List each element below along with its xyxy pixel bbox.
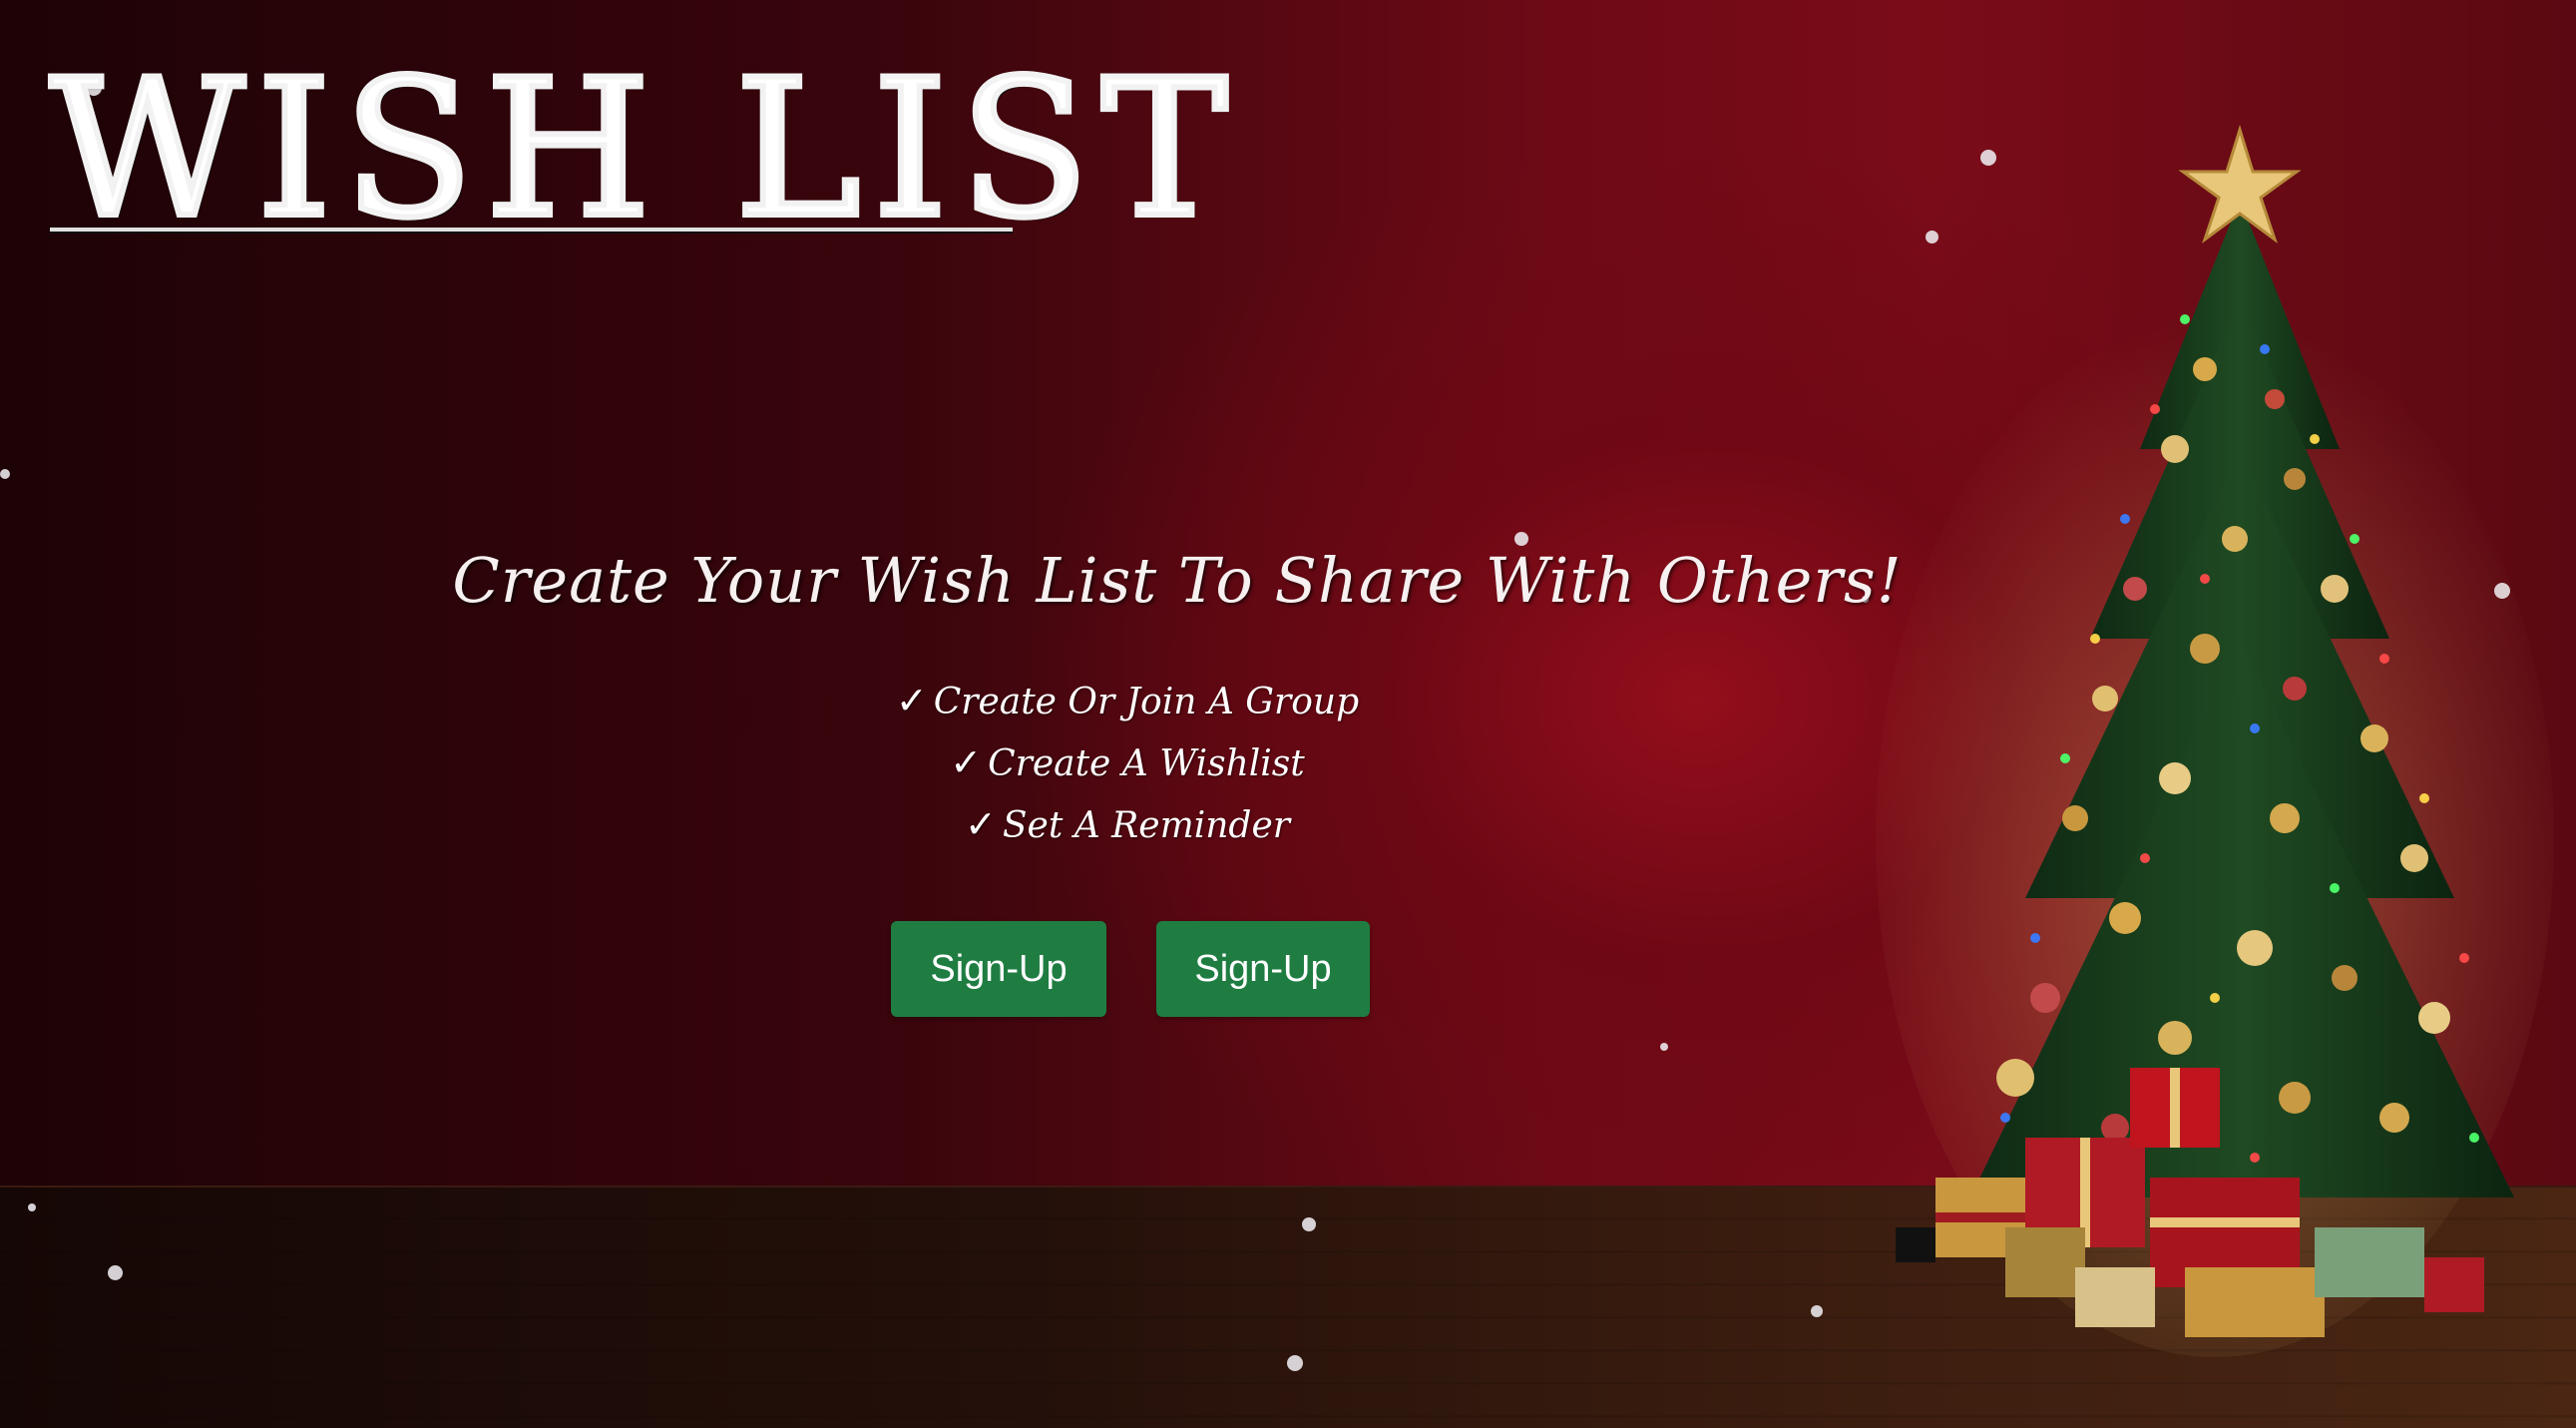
snowflake-icon <box>1811 1305 1823 1317</box>
snowflake-icon <box>1287 1355 1303 1371</box>
feature-item: ✓ Set A Reminder <box>738 794 1516 856</box>
snowflake-icon <box>1302 1217 1316 1231</box>
logo-text: WISH LIST <box>47 37 1240 262</box>
feature-label: Create Or Join A Group <box>933 682 1360 722</box>
christmas-tree-icon <box>1876 120 2554 1367</box>
hero-headline: Create Your Wish List To Share With Othe… <box>452 544 1903 617</box>
sign-up-button[interactable]: Sign-Up <box>891 921 1106 1017</box>
feature-item: ✓ Create Or Join A Group <box>738 671 1516 732</box>
snowflake-icon <box>28 1203 36 1211</box>
snowflake-icon <box>108 1265 123 1280</box>
snowflake-icon <box>0 469 10 479</box>
checkmark-icon: ✓ <box>895 679 928 722</box>
snowflake-icon <box>1660 1043 1668 1051</box>
checkmark-icon: ✓ <box>950 740 983 784</box>
checkmark-icon: ✓ <box>965 802 997 846</box>
hero-scene: WISH LIST Create Your Wish List To Share… <box>0 0 2576 1428</box>
feature-item: ✓ Create A Wishlist <box>738 732 1516 794</box>
sign-up-button-secondary[interactable]: Sign-Up <box>1156 921 1370 1017</box>
feature-label: Create A Wishlist <box>988 743 1305 784</box>
feature-label: Set A Reminder <box>1002 805 1290 846</box>
feature-list: ✓ Create Or Join A Group ✓ Create A Wishli… <box>738 671 1516 856</box>
wish-list-logo: WISH LIST <box>47 37 1231 289</box>
